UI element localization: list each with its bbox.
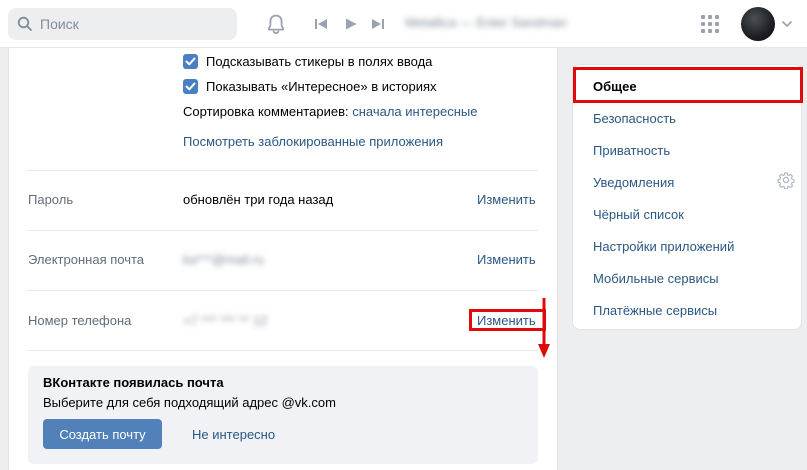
top-bar: Metallica — Enter Sandman	[0, 0, 807, 48]
now-playing-title[interactable]: Metallica — Enter Sandman	[405, 15, 567, 30]
checkbox-stickers[interactable]	[183, 53, 198, 69]
promo-subtitle: Выберите для себя подходящий адрес @vk.c…	[43, 395, 336, 410]
side-menu-item-general[interactable]: Общее	[593, 79, 637, 94]
checkbox-interesting[interactable]	[183, 78, 198, 94]
checkmark-icon	[185, 57, 196, 65]
not-interested-link[interactable]: Не интересно	[192, 427, 275, 442]
divider	[27, 350, 538, 351]
checkbox-interesting-label[interactable]: Показывать «Интересное» в историях	[206, 79, 437, 94]
settings-panel: Подсказывать стикеры в полях ввода Показ…	[8, 48, 558, 470]
promo-title: ВКонтакте появилась почта	[43, 375, 224, 390]
play-icon[interactable]	[343, 16, 359, 32]
comment-sort-label: Сортировка комментариев:	[183, 104, 349, 119]
phone-label: Номер телефона	[28, 313, 132, 328]
vk-mail-promo: ВКонтакте появилась почта Выберите для с…	[28, 366, 538, 464]
arrow-down-icon	[538, 298, 550, 358]
divider	[27, 290, 538, 291]
password-value: обновлён три года назад	[183, 192, 334, 207]
side-menu-item-privacy[interactable]: Приватность	[593, 143, 670, 158]
comment-sort-setting: Сортировка комментариев: сначала интерес…	[183, 104, 477, 119]
create-mail-button[interactable]: Создать почту	[43, 419, 162, 449]
email-label: Электронная почта	[28, 252, 145, 267]
search-input[interactable]	[40, 8, 230, 40]
side-menu-item-notifications[interactable]: Уведомления	[593, 175, 674, 190]
change-email-link[interactable]: Изменить	[477, 252, 536, 267]
highlight-box-change-phone	[469, 309, 546, 331]
previous-track-icon[interactable]	[313, 16, 329, 32]
side-menu-item-blacklist[interactable]: Чёрный список	[593, 207, 684, 222]
search-box[interactable]	[8, 8, 237, 40]
settings-side-menu: Общее Безопасность Приватность Уведомлен…	[572, 64, 803, 330]
gear-icon[interactable]	[777, 171, 795, 189]
avatar[interactable]	[741, 7, 775, 41]
checkmark-icon	[185, 82, 196, 90]
checkbox-row-stickers[interactable]: Подсказывать стикеры в полях ввода	[183, 52, 432, 70]
next-track-icon[interactable]	[370, 16, 386, 32]
side-menu-item-app-settings[interactable]: Настройки приложений	[593, 239, 734, 254]
blocked-apps-link[interactable]: Посмотреть заблокированные приложения	[183, 134, 443, 149]
side-menu-item-mobile-services[interactable]: Мобильные сервисы	[593, 271, 719, 286]
checkbox-stickers-label[interactable]: Подсказывать стикеры в полях ввода	[206, 54, 432, 69]
apps-grid-icon[interactable]	[700, 14, 720, 34]
search-icon	[17, 16, 32, 31]
checkbox-row-interesting[interactable]: Показывать «Интересное» в историях	[183, 77, 437, 95]
password-label: Пароль	[28, 192, 74, 207]
divider	[27, 170, 538, 171]
email-value: ka***@mail.ru	[183, 252, 265, 267]
bell-icon[interactable]	[264, 12, 288, 36]
side-menu-item-payment-services[interactable]: Платёжные сервисы	[593, 303, 717, 318]
side-menu-item-security[interactable]: Безопасность	[593, 111, 676, 126]
phone-value: +7 *** *** ** 12	[183, 313, 268, 328]
change-password-link[interactable]: Изменить	[477, 192, 536, 207]
divider	[27, 230, 538, 231]
chevron-down-icon[interactable]	[781, 20, 793, 28]
comment-sort-dropdown[interactable]: сначала интересные	[352, 104, 477, 119]
